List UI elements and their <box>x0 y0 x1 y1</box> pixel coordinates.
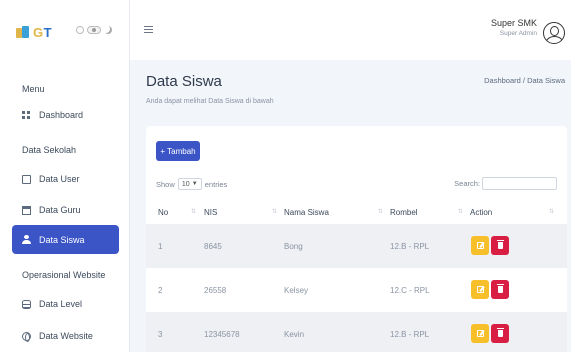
sort-icon[interactable]: ⇅ <box>378 208 383 215</box>
cell-rombel: 12.C - RPL <box>390 286 430 295</box>
toggle-switch[interactable] <box>87 26 101 34</box>
cell-nis: 8645 <box>204 242 222 251</box>
database-icon <box>22 299 31 309</box>
table-header: No ⇅ NIS ⇅ Nama Siswa ⇅ Rombel ⇅ Action … <box>146 200 567 224</box>
student-icon <box>22 235 31 244</box>
edit-icon <box>476 286 484 293</box>
cell-no: 1 <box>158 242 163 251</box>
user-role: Super Admin <box>499 30 537 37</box>
delete-button[interactable] <box>491 324 509 343</box>
cell-nama-siswa: Kevin <box>284 330 305 339</box>
search-input[interactable] <box>482 177 557 190</box>
edit-icon <box>476 330 484 337</box>
sort-icon[interactable]: ⇅ <box>458 208 463 215</box>
page-title: Data Siswa <box>146 73 222 90</box>
sidebar-item-data-website[interactable]: Data Website <box>22 329 93 343</box>
sidebar-item-data-level[interactable]: Data Level <box>22 297 82 311</box>
sidebar-item-data-siswa[interactable]: Data Siswa <box>12 225 119 254</box>
school-logo-icon <box>16 26 30 38</box>
sidebar-section-operasional-website: Operasional Website <box>22 270 106 280</box>
moon-icon <box>104 26 112 34</box>
trash-icon <box>496 284 504 293</box>
user-name[interactable]: Super SMK <box>491 18 537 28</box>
chalkboard-icon <box>22 205 31 215</box>
avatar-icon[interactable] <box>543 22 565 44</box>
column-header-action[interactable]: Action <box>470 208 492 217</box>
cell-rombel: 12.B - RPL <box>390 242 430 251</box>
sidebar-section-data-sekolah: Data Sekolah <box>22 145 77 155</box>
entries-select[interactable]: 10 ▼ <box>177 178 202 190</box>
sort-icon[interactable]: ⇅ <box>272 208 277 215</box>
column-header-rombel[interactable]: Rombel <box>390 208 418 217</box>
entries-label: entries <box>204 179 228 189</box>
globe-icon <box>22 331 31 342</box>
table-row: 1 8645 Bong 12.B - RPL <box>146 224 567 268</box>
sidebar-item-data-guru[interactable]: Data Guru <box>22 203 81 217</box>
edit-button[interactable] <box>471 280 489 299</box>
cell-nama-siswa: Bong <box>284 242 303 251</box>
brand-logo[interactable]: GT <box>16 24 52 40</box>
search-label: Search: <box>454 179 480 188</box>
sidebar-item-label: Data User <box>39 174 80 184</box>
sort-icon[interactable]: ⇅ <box>549 208 554 215</box>
sidebar-section-menu: Menu <box>22 84 45 94</box>
edit-button[interactable] <box>471 324 489 343</box>
entries-value: 10 <box>181 180 190 188</box>
breadcrumb[interactable]: Dashboard / Data Siswa <box>484 76 565 85</box>
sidebar-item-label: Data Siswa <box>39 234 85 245</box>
cell-no: 3 <box>158 330 163 339</box>
sidebar-item-label: Data Level <box>39 299 83 309</box>
sidebar-item-data-user[interactable]: Data User <box>22 172 80 186</box>
entries-control: Show 10 ▼ entries <box>156 178 227 190</box>
user-box-icon <box>22 174 31 184</box>
hamburger-menu-icon[interactable] <box>144 26 153 34</box>
cell-rombel: 12.B - RPL <box>390 330 430 339</box>
search-control: Search: <box>454 177 557 190</box>
delete-button[interactable] <box>491 236 509 255</box>
trash-icon <box>496 240 504 249</box>
edit-button[interactable] <box>471 236 489 255</box>
cell-nis: 26558 <box>204 286 227 295</box>
sidebar-item-label: Dashboard <box>39 110 84 120</box>
sidebar-item-label: Data Website <box>39 331 93 341</box>
sort-icon[interactable]: ⇅ <box>191 208 196 215</box>
chevron-down-icon: ▼ <box>191 181 198 187</box>
edit-icon <box>476 242 484 249</box>
sidebar-item-label: Data Guru <box>39 205 81 215</box>
theme-toggle[interactable] <box>76 26 112 34</box>
topbar: Super SMK Super Admin <box>130 0 571 60</box>
sidebar-item-dashboard[interactable]: Dashboard <box>22 108 83 122</box>
page-subtitle: Anda dapat melihat Data Siswa di bawah <box>146 98 274 105</box>
brand-name: GT <box>33 24 53 40</box>
dashboard-grid-icon <box>22 110 31 120</box>
cell-nis: 12345678 <box>204 330 240 339</box>
delete-button[interactable] <box>491 280 509 299</box>
add-student-button[interactable]: + Tambah <box>156 141 200 161</box>
trash-icon <box>496 328 504 337</box>
table-row: 2 26558 Kelsey 12.C - RPL <box>146 268 567 312</box>
sun-icon <box>76 26 84 34</box>
table-row: 3 12345678 Kevin 12.B - RPL <box>146 312 567 352</box>
cell-nama-siswa: Kelsey <box>284 286 309 295</box>
data-siswa-card: + Tambah Show 10 ▼ entries Search: No ⇅ … <box>146 126 567 352</box>
sidebar: GT Menu Dashboard Data Sekolah Data User… <box>0 0 130 352</box>
column-header-nama-siswa[interactable]: Nama Siswa <box>284 208 329 217</box>
cell-no: 2 <box>158 286 163 295</box>
column-header-nis[interactable]: NIS <box>204 208 217 217</box>
column-header-no[interactable]: No <box>158 208 168 217</box>
show-label: Show <box>156 179 175 189</box>
